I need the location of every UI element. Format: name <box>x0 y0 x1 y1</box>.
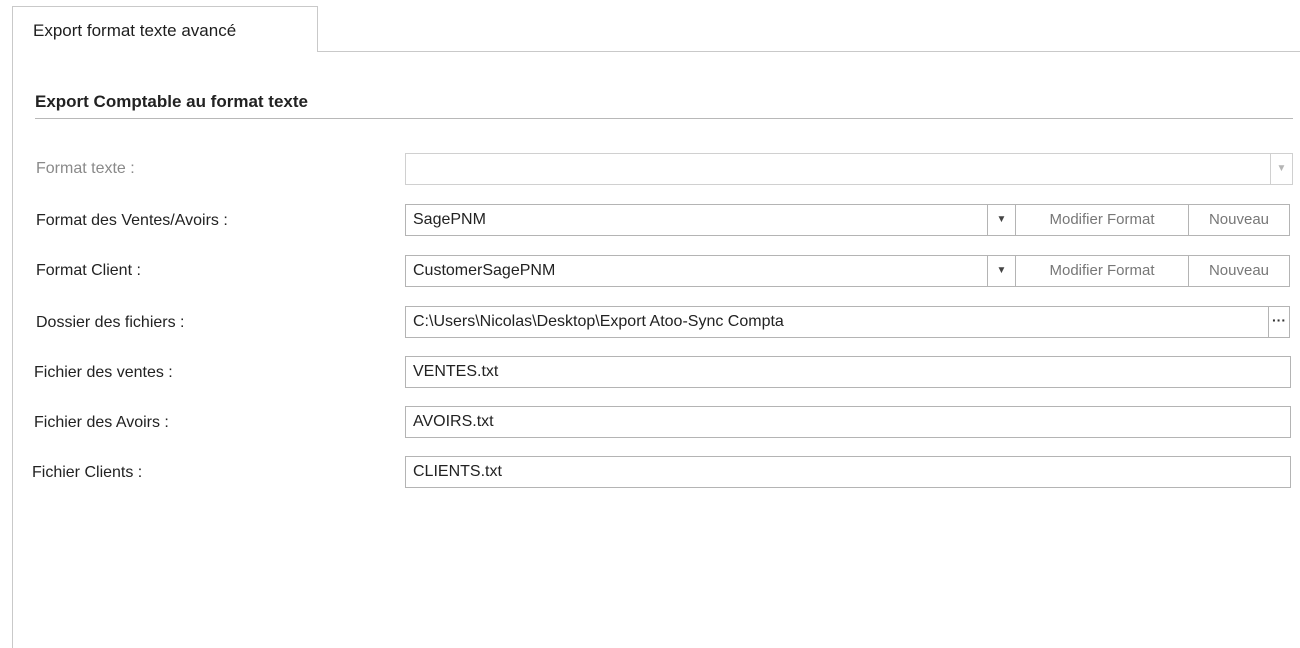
modifier-format-button[interactable]: Modifier Format <box>1016 255 1189 287</box>
format-texte-combo[interactable] <box>405 153 1271 185</box>
fichier-avoirs-input[interactable]: AVOIRS.txt <box>405 406 1291 438</box>
chevron-down-icon[interactable]: ▼ <box>988 204 1016 236</box>
format-texte-label: Format texte : <box>36 160 135 177</box>
chevron-down-icon[interactable]: ▼ <box>988 255 1016 287</box>
section-title: Export Comptable au format texte <box>35 92 308 111</box>
format-ventes-label: Format des Ventes/Avoirs : <box>36 212 228 229</box>
nouveau-button[interactable]: Nouveau <box>1189 204 1290 236</box>
fichier-clients-input[interactable]: CLIENTS.txt <box>405 456 1291 488</box>
chevron-down-icon[interactable]: ▼ <box>1271 153 1293 185</box>
fichier-ventes-input[interactable]: VENTES.txt <box>405 356 1291 388</box>
panel-left-border <box>12 51 13 648</box>
fichier-clients-label: Fichier Clients : <box>32 464 143 481</box>
fichier-avoirs-label: Fichier des Avoirs : <box>34 414 169 431</box>
format-client-combo[interactable]: CustomerSagePNM <box>405 255 988 287</box>
dossier-label: Dossier des fichiers : <box>36 314 185 331</box>
format-ventes-combo[interactable]: SagePNM <box>405 204 988 236</box>
modifier-format-button[interactable]: Modifier Format <box>1016 204 1189 236</box>
ellipsis-icon[interactable]: ··· <box>1268 306 1290 338</box>
dossier-input[interactable]: C:\Users\Nicolas\Desktop\Export Atoo-Syn… <box>405 306 1269 338</box>
nouveau-button[interactable]: Nouveau <box>1189 255 1290 287</box>
format-client-label: Format Client : <box>36 262 141 279</box>
section-divider <box>35 118 1293 119</box>
tab-export-format-texte[interactable]: Export format texte avancé <box>12 6 318 52</box>
tab-strip-border <box>318 51 1300 52</box>
tab-label: Export format texte avancé <box>33 21 237 40</box>
fichier-ventes-label: Fichier des ventes : <box>34 364 173 381</box>
